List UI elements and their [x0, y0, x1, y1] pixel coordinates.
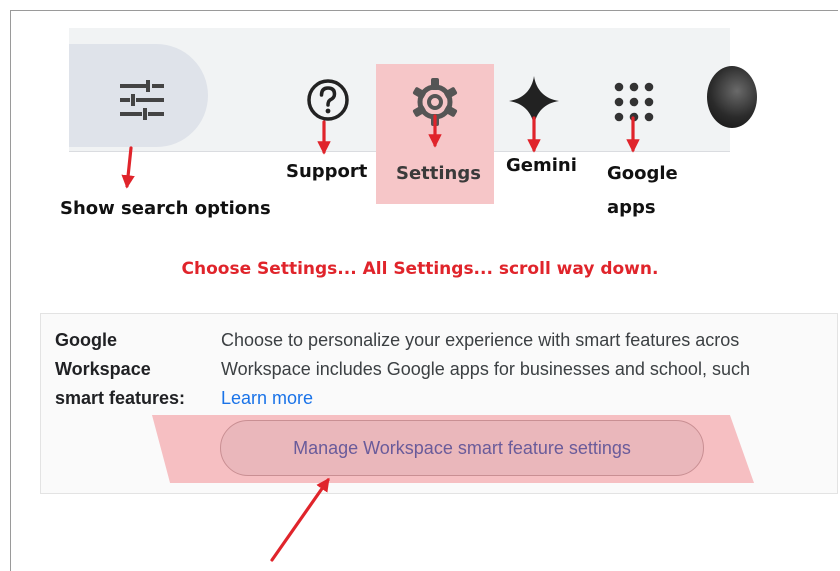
arrow-manage-button — [270, 477, 330, 562]
arrow-search-options — [121, 146, 135, 189]
annotation-arrows — [121, 114, 640, 562]
